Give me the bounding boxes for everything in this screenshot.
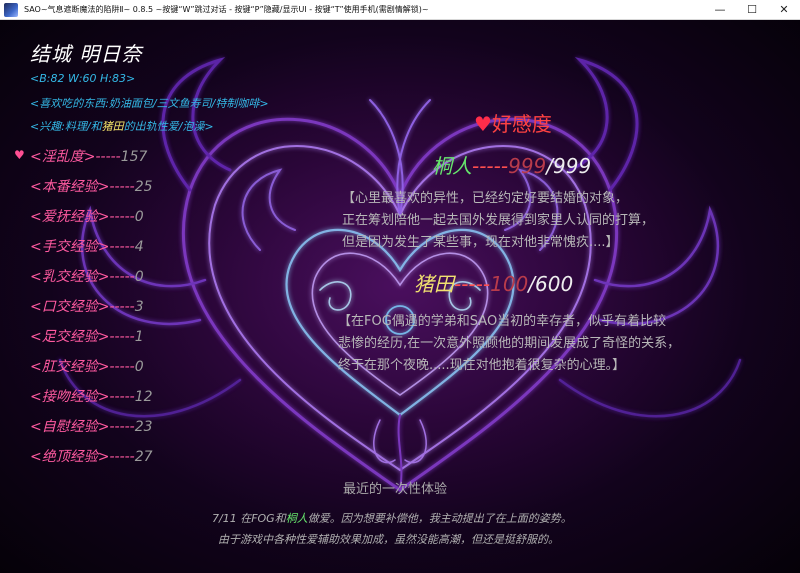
stat-value: 4 [134,239,144,255]
stat-dash: ----- [109,269,135,285]
affection-dash: ----- [472,154,509,178]
game-window: SAO~气息遮断魔法的陷阱Ⅱ~ 0.8.5 ~按键“W”跳过对话 - 按键“P”… [0,0,800,573]
stat-row: <肛交经验>-----0 [30,356,144,376]
stat-label: <口交经验> [30,299,110,315]
affection-title: ♥好感度 [474,108,552,137]
stat-dash: ----- [109,449,135,465]
stat-row: <淫乱度>-----157 [30,146,147,166]
stat-dash: ----- [109,359,135,375]
recent-experience-title: 最近的一次性体验 [343,482,448,497]
stat-row: <接吻经验>-----12 [30,386,153,406]
stat-dash: ----- [109,179,135,195]
heart-icon: ♥ [474,112,492,136]
stat-row: <绝顶经验>-----27 [30,446,153,466]
maximize-button[interactable]: ☐ [736,0,768,20]
stat-label: <爱抚经验> [30,209,110,225]
stat-dash: ----- [109,389,135,405]
affection-row-inoda: 猪田-----100/600 [414,268,573,297]
kirito-description: 【心里最喜欢的异性，已经约定好要结婚的对象， 正在筹划陪他一起去国外发展得到家里… [342,188,654,254]
affection-row-kirito: 桐人-----999/999 [432,150,591,179]
heart-icon: ♥ [14,148,25,162]
inoda-description-line: 悲惨的经历,在一次意外照顾他的期间发展成了奇怪的关系， [338,336,681,351]
inoda-description-line: 【在FOG偶遇的学弟和SAO当初的幸存者，似乎有着比较 [338,314,667,329]
kirito-name: 桐人 [432,154,472,178]
app-icon [4,2,18,17]
stat-row: <乳交经验>-----0 [30,266,144,286]
stat-value: 1 [134,329,144,345]
character-name: 结城 明日奈 [30,42,143,66]
affection-dash: ----- [454,272,491,296]
stat-row: <爱抚经验>-----0 [30,206,144,226]
stat-dash: ----- [109,419,135,435]
recent-line1-prefix: 7/11 在FOG和 [212,512,286,525]
window-title: SAO~气息遮断魔法的陷阱Ⅱ~ 0.8.5 ~按键“W”跳过对话 - 按键“P”… [24,5,429,14]
hobbies-highlight-name: 猪田 [101,120,124,133]
stat-label: <自慰经验> [30,419,110,435]
stat-row: <足交经验>-----1 [30,326,144,346]
stat-row: <口交经验>-----3 [30,296,144,316]
character-likes: <喜欢吃的东西:奶油面包/三文鱼寿司/特制咖啡> [30,97,269,110]
game-viewport[interactable]: 结城 明日奈 <B:82 W:60 H:83> <喜欢吃的东西:奶油面包/三文鱼… [0,20,800,573]
close-button[interactable]: ✕ [768,0,800,20]
stat-row: <本番经验>-----25 [30,176,153,196]
window-titlebar[interactable]: SAO~气息遮断魔法的陷阱Ⅱ~ 0.8.5 ~按键“W”跳过对话 - 按键“P”… [0,0,800,20]
stat-dash: ----- [109,239,135,255]
stat-row: <自慰经验>-----23 [30,416,153,436]
inoda-affection-max: /600 [528,272,574,296]
affection-title-text: 好感度 [491,112,552,136]
character-hobbies: <兴趣:料理/和猪田的出轨性爱/泡澡> [30,118,214,134]
kirito-description-line: 但是因为发生了某些事，现在对他非常愧疚....】 [342,235,619,250]
stat-label: <肛交经验> [30,359,110,375]
inoda-description: 【在FOG偶遇的学弟和SAO当初的幸存者，似乎有着比较 悲惨的经历,在一次意外照… [338,311,680,377]
stat-value: 157 [120,149,148,165]
stat-label: <手交经验> [30,239,110,255]
stat-row: <手交经验>-----4 [30,236,144,256]
inoda-affection-current: 100 [490,272,529,296]
stat-label: <足交经验> [30,329,110,345]
stat-dash: ----- [109,209,135,225]
inoda-description-line: 终于在那个夜晚.....现在对他抱着很复杂的心理。】 [338,358,626,373]
stat-value: 3 [134,299,144,315]
kirito-affection-current: 999 [508,154,547,178]
stat-value: 23 [134,419,153,435]
kirito-description-line: 正在筹划陪他一起去国外发展得到家里人认同的打算， [342,213,655,228]
recent-experience-line: 7/11 在FOG和桐人做爱。因为想要补偿他，我主动提出了在上面的姿势。 [212,510,572,526]
recent-line1-suffix: 做爱。因为想要补偿他，我主动提出了在上面的姿势。 [307,512,572,525]
stat-label: <乳交经验> [30,269,110,285]
stat-dash: ----- [109,329,135,345]
stat-dash: ----- [95,149,121,165]
hobbies-suffix: 的出轨性爱/泡澡> [123,120,214,133]
stat-label: <绝顶经验> [30,449,110,465]
stat-value: 0 [134,209,144,225]
stat-dash: ----- [109,299,135,315]
stat-value: 12 [134,389,153,405]
recent-experience-line: 由于游戏中各种性爱辅助效果加成，虽然没能高潮，但还是挺舒服的。 [218,533,559,546]
stat-value: 25 [134,179,153,195]
kirito-affection-max: /999 [546,154,592,178]
stat-label: <接吻经验> [30,389,110,405]
stat-label: <本番经验> [30,179,110,195]
stat-value: 27 [134,449,153,465]
stat-label: <淫乱度> [30,149,96,165]
recent-line1-name: 桐人 [285,512,308,525]
stat-value: 0 [134,269,144,285]
character-measurements: <B:82 W:60 H:83> [30,72,136,85]
stat-value: 0 [134,359,144,375]
inoda-name: 猪田 [414,272,454,296]
kirito-description-line: 【心里最喜欢的异性，已经约定好要结婚的对象， [342,191,629,206]
minimize-button[interactable]: — [704,0,736,20]
hobbies-prefix: <兴趣:料理/和 [30,120,102,133]
